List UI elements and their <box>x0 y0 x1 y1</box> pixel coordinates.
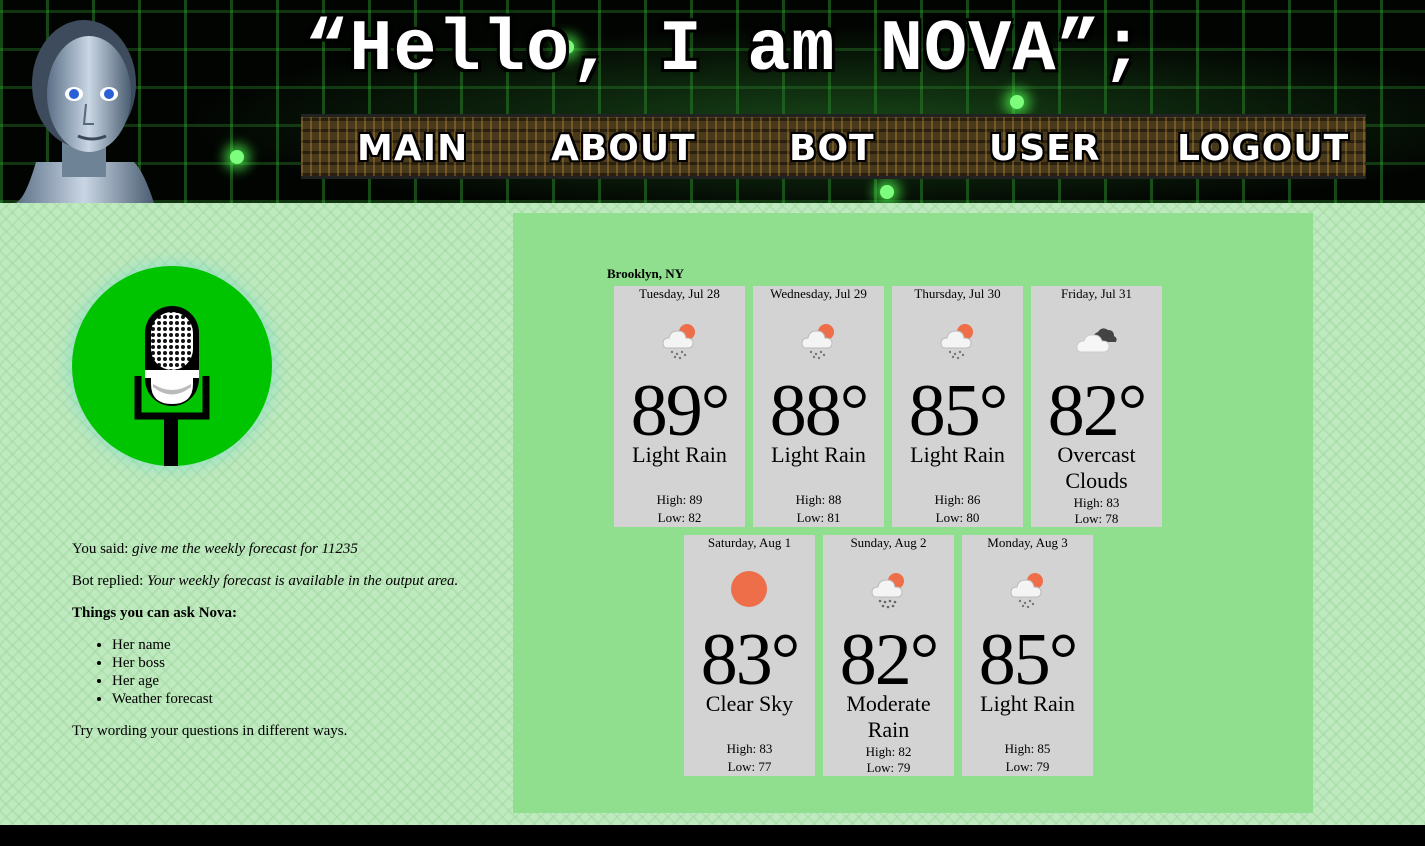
list-item: Her name <box>112 636 462 654</box>
you-said-text: give me the weekly forecast for 11235 <box>132 541 358 557</box>
nav-about[interactable]: ABOUT <box>551 129 696 169</box>
nav-bot[interactable]: BOT <box>789 129 875 169</box>
circuit-glow <box>230 150 244 164</box>
forecast-card: Sunday, Aug 2 82° Moderate Rain High: 82 Low… <box>823 535 954 776</box>
overcast-clouds-icon <box>1076 318 1118 360</box>
circuit-glow <box>1010 95 1024 109</box>
forecast-condition: Moderate Rain <box>846 691 931 742</box>
robot-avatar <box>14 20 154 203</box>
nav-main[interactable]: MAIN <box>357 129 468 169</box>
forecast-condition: Clear Sky <box>705 691 794 716</box>
forecast-low: Low: 82 <box>657 510 702 525</box>
microphone-button[interactable] <box>72 266 272 466</box>
forecast-low: Low: 77 <box>727 759 772 774</box>
forecast-day: Thursday, Jul 30 <box>914 286 1001 301</box>
forecast-temperature: 89° <box>630 370 731 452</box>
forecast-high: High: 88 <box>795 492 842 507</box>
conversation-log: You said: give me the weekly forecast fo… <box>72 540 462 754</box>
forecast-temperature: 85° <box>908 370 1009 452</box>
forecast-high: High: 83 <box>1073 495 1120 510</box>
list-item: Weather forecast <box>112 690 462 708</box>
light-rain-icon <box>937 318 979 360</box>
site-title: “Hello, I am NOVA”; <box>305 9 1145 91</box>
nav-user[interactable]: USER <box>989 129 1100 169</box>
tips-list: Her name Her boss Her age Weather foreca… <box>72 636 462 708</box>
forecast-condition: Light Rain <box>980 691 1075 716</box>
forecast-card: Wednesday, Jul 29 88° Light Rain High: 88 Lo… <box>753 286 884 527</box>
forecast-day: Sunday, Aug 2 <box>850 535 927 550</box>
bot-reply: Bot replied: Your weekly forecast is ava… <box>72 572 462 590</box>
forecast-condition: Light Rain <box>771 442 866 467</box>
site-header: “Hello, I am NOVA”; MAIN ABOUT BOT USER … <box>0 0 1425 203</box>
forecast-low: Low: 79 <box>866 760 911 775</box>
forecast-card: Friday, Jul 31 82° Overcast Clouds High: 83… <box>1031 286 1162 527</box>
forecast-day: Friday, Jul 31 <box>1060 286 1133 301</box>
list-item: Her boss <box>112 654 462 672</box>
forecast-condition: Overcast Clouds <box>1057 442 1136 493</box>
forecast-temperature: 82° <box>1047 370 1148 452</box>
moderate-rain-icon <box>868 567 910 609</box>
forecast-low: Low: 78 <box>1074 511 1119 526</box>
forecast-high: High: 86 <box>934 492 981 507</box>
forecast-low: Low: 81 <box>796 510 841 525</box>
bot-replied-text: Your weekly forecast is available in the… <box>147 573 459 589</box>
sun-icon <box>729 567 771 609</box>
forecast-temperature: 83° <box>700 619 801 701</box>
circuit-glow <box>880 185 894 199</box>
light-rain-icon <box>1007 567 1049 609</box>
forecast-temperature: 88° <box>769 370 870 452</box>
forecast-temperature: 82° <box>839 619 940 701</box>
forecast-day: Tuesday, Jul 28 <box>639 286 720 301</box>
light-rain-icon <box>798 318 840 360</box>
tips-heading: Things you can ask Nova: <box>72 605 238 621</box>
forecast-low: Low: 80 <box>935 510 980 525</box>
forecast-card: Monday, Aug 3 85° Light Rain High: 85 Low: 7… <box>962 535 1093 776</box>
forecast-card: Tuesday, Jul 28 89° Light Rain High: 89 Low:… <box>614 286 745 527</box>
forecast-condition: Light Rain <box>910 442 1005 467</box>
microphone-icon <box>134 306 210 466</box>
nav-logout[interactable]: LOGOUT <box>1177 129 1349 169</box>
forecast-high: High: 82 <box>865 744 912 759</box>
forecast-day: Monday, Aug 3 <box>987 535 1068 550</box>
forecast-day: Wednesday, Jul 29 <box>770 286 867 301</box>
bot-replied-label: Bot replied: <box>72 573 144 589</box>
forecast-location: Brooklyn, NY <box>607 266 685 281</box>
list-item: Her age <box>112 672 462 690</box>
wording-tip: Try wording your questions in different … <box>72 723 348 739</box>
you-said-label: You said: <box>72 541 129 557</box>
forecast-day: Saturday, Aug 1 <box>707 535 792 550</box>
forecast-high: High: 83 <box>726 741 773 756</box>
forecast-low: Low: 79 <box>1005 759 1050 774</box>
forecast-card: Thursday, Jul 30 85° Light Rain High: 86 Low… <box>892 286 1023 527</box>
light-rain-icon <box>659 318 701 360</box>
main-nav: MAIN ABOUT BOT USER LOGOUT <box>301 114 1366 179</box>
forecast-condition: Light Rain <box>632 442 727 467</box>
forecast-temperature: 85° <box>978 619 1079 701</box>
page-footer <box>0 825 1425 846</box>
user-utterance: You said: give me the weekly forecast fo… <box>72 540 462 558</box>
forecast-high: High: 89 <box>656 492 703 507</box>
forecast-card: Saturday, Aug 1 83° Clear Sky High: 83 Low: … <box>684 535 815 776</box>
forecast-high: High: 85 <box>1004 741 1051 756</box>
